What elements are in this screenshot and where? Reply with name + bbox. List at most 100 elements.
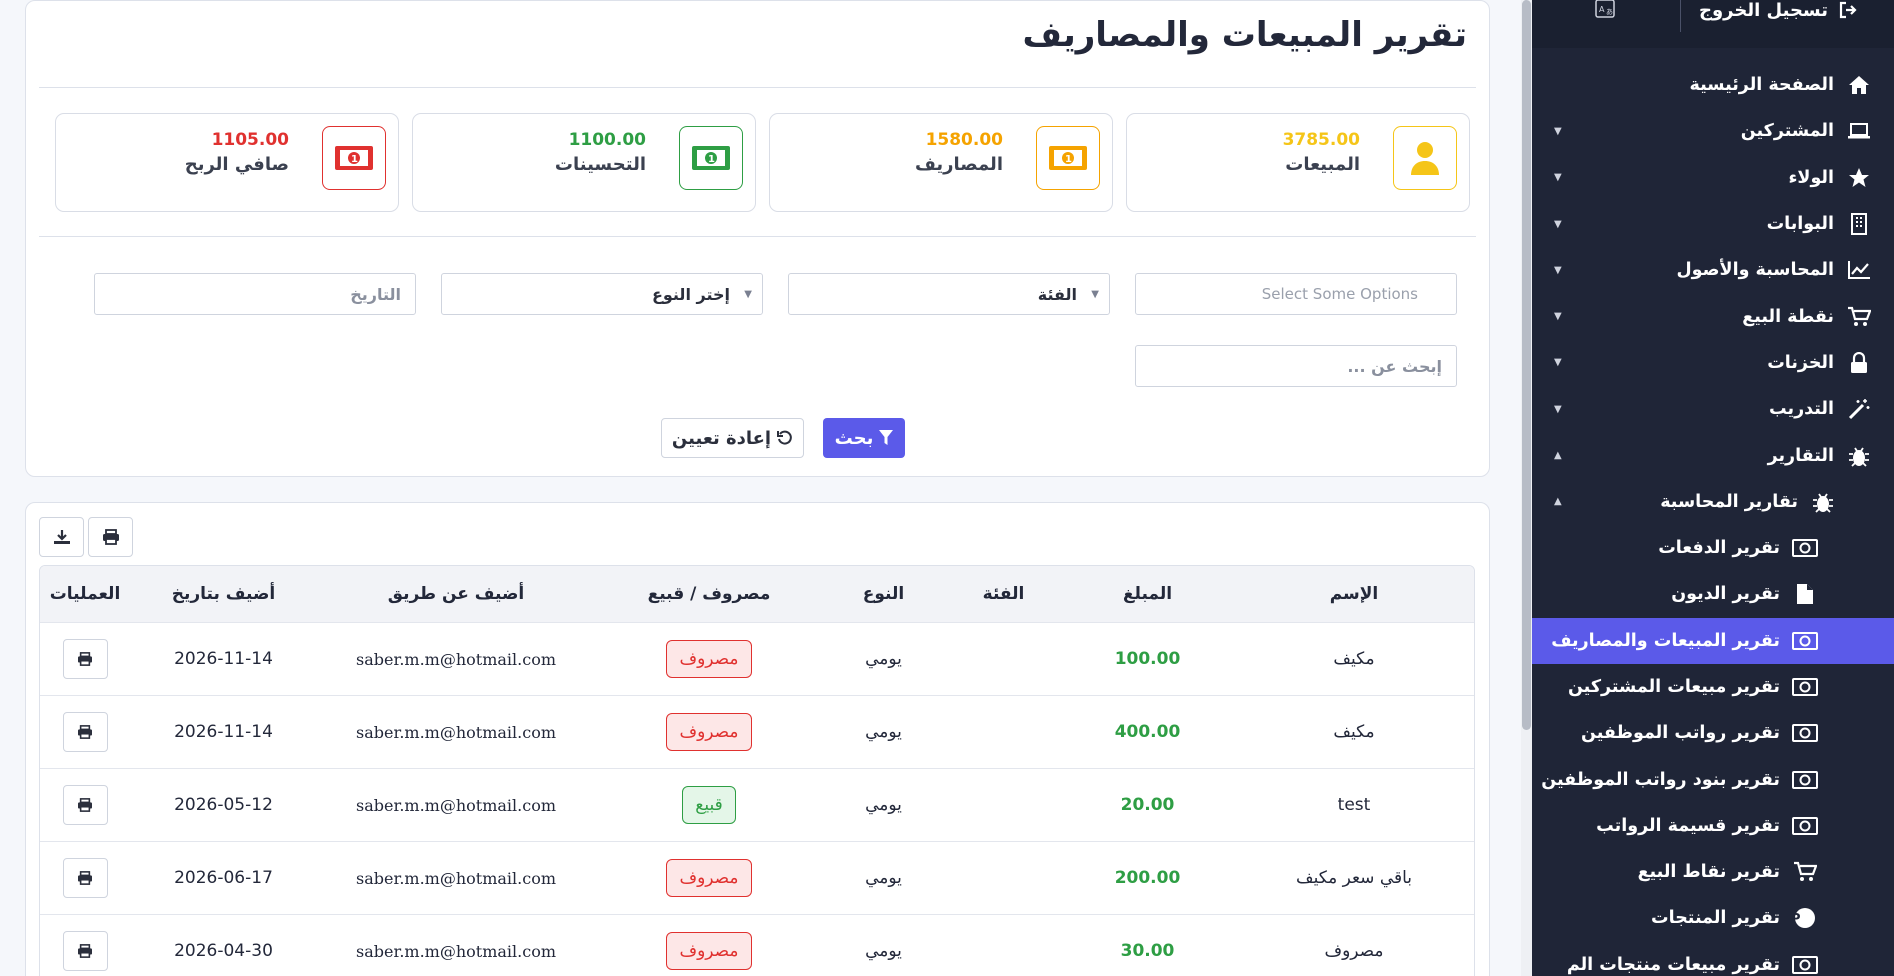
sidebar-item-debts-report[interactable]: تقرير الديون — [1532, 571, 1894, 617]
column-header[interactable]: الإسم — [1234, 584, 1474, 604]
logout-icon — [1839, 1, 1857, 19]
date-input[interactable]: التاريخ — [94, 273, 416, 315]
print-table-button[interactable] — [88, 517, 133, 557]
column-header[interactable]: الفئة — [946, 584, 1061, 604]
sidebar-item-label: تقرير نقاط البيع — [1637, 862, 1780, 883]
column-header[interactable]: أضيف بتاريخ — [132, 584, 315, 604]
column-header[interactable]: مصروف / قبيع — [597, 584, 821, 604]
sidebar-item-accounting[interactable]: المحاسبة والأصول ▼ — [1532, 247, 1894, 293]
laptop-icon — [1846, 118, 1872, 144]
money-icon: 1 — [1036, 126, 1100, 190]
cell-date: 2026-04-30 — [174, 941, 273, 961]
sidebar-item-label: تقرير قسيمة الرواتب — [1596, 815, 1780, 836]
sidebar-item-pos-report[interactable]: تقرير نقاط البيع — [1532, 849, 1894, 895]
cell-type: يومي — [865, 722, 902, 742]
undo-icon — [777, 430, 792, 445]
print-row-button[interactable] — [62, 858, 108, 898]
stat-value: 3785.00 — [1282, 130, 1360, 150]
cell-added-by: saber.m.m@hotmail.com — [355, 868, 557, 888]
sidebar-item-label: تقارير المحاسبة — [1660, 491, 1798, 512]
options-placeholder: Select Some Options — [1261, 285, 1418, 303]
sidebar-item-product-sales-report[interactable]: تقرير مبيعات منتجات الم — [1532, 942, 1894, 976]
reset-button[interactable]: إعادة تعيين — [661, 418, 804, 458]
report-filter-card: تقرير المبيعات والمصاريف 3785.00 المبيعا… — [25, 0, 1490, 477]
sidebar-item-subscriber-sales-report[interactable]: تقرير مبيعات المشتركين — [1532, 664, 1894, 710]
records-table: الإسم المبلغ الفئة النوع مصروف / قبيع أض… — [39, 565, 1475, 976]
stat-card-improvements: 1 1100.00 التحسينات — [412, 113, 756, 212]
scrollbar-thumb[interactable] — [1522, 0, 1531, 730]
sidebar-item-label: تقرير رواتب الموظفين — [1581, 723, 1780, 744]
sidebar-item-payments-report[interactable]: تقرير الدفعات — [1532, 525, 1894, 571]
print-icon — [102, 529, 119, 545]
sidebar-item-salaries-report[interactable]: تقرير رواتب الموظفين — [1532, 710, 1894, 756]
stat-card-sales: 3785.00 المبيعات — [1126, 113, 1470, 212]
chevron-down-icon: ▼ — [1554, 172, 1562, 184]
money-icon — [1792, 628, 1818, 654]
stat-label: التحسينات — [554, 154, 646, 175]
sidebar-item-sales-expenses-report[interactable]: تقرير المبيعات والمصاريف — [1532, 617, 1894, 664]
stat-value: 1100.00 — [568, 130, 646, 150]
logout-label: تسجيل الخروج — [1699, 0, 1828, 21]
column-header: العمليات — [49, 584, 121, 604]
sidebar-item-gateways[interactable]: البوابات ▼ — [1532, 201, 1894, 247]
print-icon — [78, 798, 92, 812]
search-input[interactable]: إبحث عن ... — [1135, 345, 1457, 387]
chevron-down-icon: ▼ — [1554, 218, 1562, 230]
print-row-button[interactable] — [62, 712, 108, 752]
sidebar-item-label: البوابات — [1766, 214, 1834, 235]
cell-type: يومي — [865, 868, 902, 888]
type-select[interactable]: ▼ إختر النوع — [441, 273, 763, 315]
table-header: الإسم المبلغ الفئة النوع مصروف / قبيع أض… — [40, 566, 1474, 622]
chevron-down-icon: ▼ — [1554, 125, 1562, 137]
sidebar-item-accounting-reports[interactable]: تقارير المحاسبة ▲ — [1532, 479, 1894, 525]
lock-icon — [1846, 350, 1872, 376]
table-row: test 20.00 يومي قبيع saber.m.m@hotmail.c… — [40, 768, 1474, 841]
cell-added-by: saber.m.m@hotmail.com — [355, 649, 557, 669]
wand-icon — [1846, 396, 1872, 422]
chevron-down-icon: ▼ — [1091, 288, 1099, 300]
stat-card-expenses: 1 1580.00 المصاريف — [769, 113, 1113, 212]
column-header[interactable]: المبلغ — [1061, 584, 1234, 604]
sidebar-item-safes[interactable]: الخزنات ▼ — [1532, 340, 1894, 386]
status-badge: قبيع — [682, 786, 736, 824]
options-multiselect[interactable]: Select Some Options — [1135, 273, 1457, 315]
print-icon — [78, 725, 92, 739]
chevron-up-icon: ▲ — [1554, 496, 1562, 508]
chevron-up-icon: ▲ — [1554, 450, 1562, 462]
date-placeholder: التاريخ — [350, 284, 401, 304]
stat-value: 1105.00 — [211, 130, 289, 150]
category-select-label: الفئة — [1037, 284, 1077, 304]
sidebar-item-pos[interactable]: نقطة البيع ▼ — [1532, 293, 1894, 339]
svg-text:A: A — [1599, 5, 1605, 14]
divider — [39, 236, 1476, 237]
print-row-button[interactable] — [62, 931, 108, 971]
print-icon — [78, 652, 92, 666]
sidebar-item-subscribers[interactable]: المشتركين ▼ — [1532, 108, 1894, 154]
file-icon — [1792, 581, 1818, 607]
cell-name: test — [1337, 795, 1371, 815]
sidebar-item-training[interactable]: التدريب ▼ — [1532, 386, 1894, 432]
sidebar-item-loyalty[interactable]: الولاء ▼ — [1532, 155, 1894, 201]
print-row-button[interactable] — [62, 639, 108, 679]
building-icon — [1846, 211, 1872, 237]
cart-icon — [1846, 304, 1872, 330]
search-button[interactable]: بحث — [823, 418, 905, 458]
sidebar-item-salary-items-report[interactable]: تقرير بنود رواتب الموظفين — [1532, 756, 1894, 802]
sidebar-menu: الصفحة الرئيسية المشتركين ▼ الولاء ▼ الب… — [1532, 62, 1894, 976]
type-select-label: إختر النوع — [651, 284, 730, 304]
print-row-button[interactable] — [62, 785, 108, 825]
translate-icon[interactable]: Aあ — [1594, 0, 1616, 24]
download-button[interactable] — [39, 517, 84, 557]
page-scrollbar[interactable] — [1521, 0, 1532, 976]
money-icon — [1792, 720, 1818, 746]
sidebar-item-payslip-report[interactable]: تقرير قسيمة الرواتب — [1532, 803, 1894, 849]
stat-value: 1580.00 — [925, 130, 1003, 150]
download-icon — [53, 530, 70, 544]
column-header[interactable]: أضيف عن طريق — [315, 584, 597, 604]
column-header[interactable]: النوع — [821, 584, 946, 604]
sidebar-item-reports[interactable]: التقارير ▲ — [1532, 432, 1894, 478]
category-select[interactable]: ▼ الفئة — [788, 273, 1110, 315]
sidebar-item-home[interactable]: الصفحة الرئيسية — [1532, 62, 1894, 108]
sidebar-item-products-report[interactable]: P تقرير المنتجات — [1532, 895, 1894, 941]
logout-button[interactable]: تسجيل الخروج — [1699, 0, 1858, 21]
